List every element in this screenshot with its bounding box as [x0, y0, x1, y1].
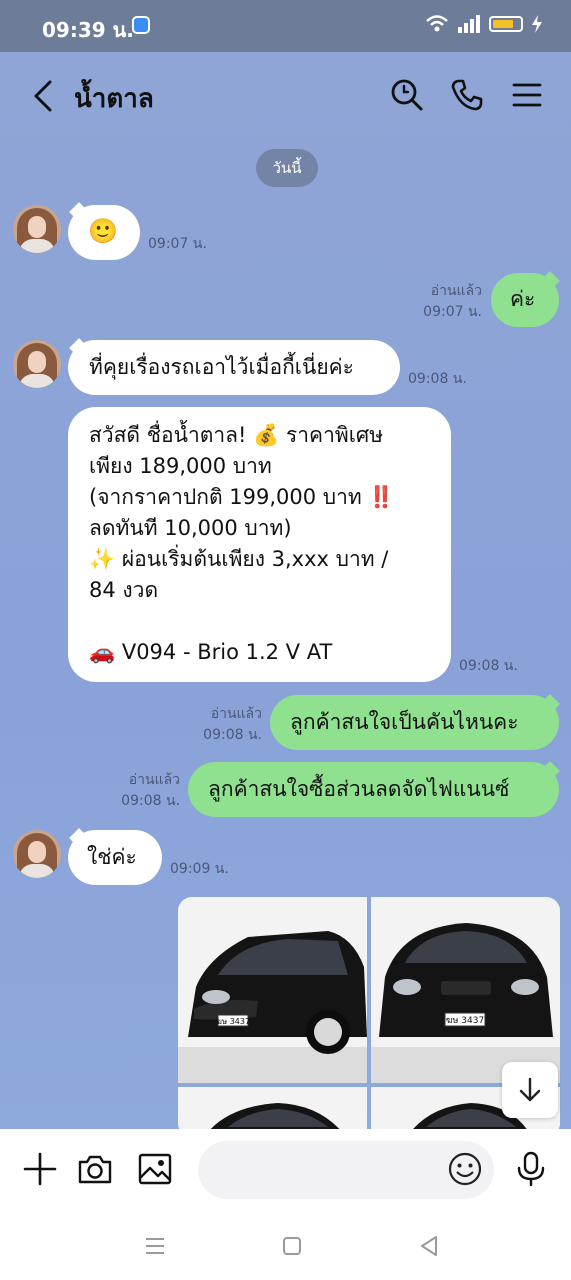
read-receipt: อ่านแล้ว [430, 283, 482, 299]
message-time: 09:08 น. [459, 658, 518, 674]
message-bubble-incoming[interactable]: ใช่ค่ะ [68, 830, 162, 885]
home-icon[interactable] [279, 1233, 305, 1259]
message-bubble-emoji[interactable]: 🙂 [68, 205, 140, 260]
message-bubble-outgoing[interactable]: ลูกค้าสนใจเป็นคันไหนคะ [270, 695, 559, 750]
back-nav-icon[interactable] [416, 1233, 442, 1259]
plus-icon[interactable] [22, 1151, 58, 1187]
chat-title: น้ำตาล [74, 84, 154, 114]
license-plate: ฆษ 3437 [446, 1016, 484, 1026]
read-receipt: อ่านแล้ว [210, 706, 262, 722]
message-bubble-incoming[interactable]: ที่คุยเรื่องรถเอาไว้เมื่อกี้เนี่ยค่ะ [68, 340, 400, 395]
arrow-down-icon [519, 1077, 541, 1102]
car-photo[interactable] [178, 1087, 367, 1129]
signal-icon [458, 15, 480, 33]
message-time: 09:07 น. [148, 236, 207, 252]
message-time: 09:08 น. [121, 793, 180, 809]
message-time: 09:08 น. [408, 371, 467, 387]
system-icons [425, 14, 543, 34]
status-time: 09:39 น. [42, 18, 134, 42]
microphone-icon[interactable] [513, 1151, 549, 1187]
message-composer [0, 1129, 571, 1211]
avatar[interactable] [13, 340, 61, 388]
recent-apps-icon[interactable] [142, 1233, 168, 1259]
wifi-icon [426, 15, 448, 32]
message-time: 09:09 น. [170, 861, 229, 877]
phone-icon[interactable] [450, 78, 484, 112]
system-nav-bar [0, 1211, 571, 1280]
app-notification-icon [132, 16, 150, 34]
avatar[interactable] [13, 205, 61, 253]
back-icon[interactable] [30, 78, 56, 114]
charging-icon [532, 15, 542, 33]
read-receipt: อ่านแล้ว [128, 772, 180, 788]
emoji-icon[interactable] [447, 1151, 483, 1187]
chat-header: น้ำตาล [0, 52, 571, 140]
message-time: 09:07 น. [423, 304, 482, 320]
message-time: 09:08 น. [203, 727, 262, 743]
battery-icon [489, 16, 523, 32]
image-icon[interactable] [137, 1151, 173, 1187]
avatar[interactable] [13, 830, 61, 878]
message-bubble-outgoing[interactable]: ลูกค้าสนใจซื้อส่วนลดจัดไฟแนนซ์ [188, 762, 559, 817]
date-divider: วันนี้ [256, 149, 318, 187]
scroll-to-bottom-button[interactable] [502, 1062, 558, 1118]
camera-icon[interactable] [77, 1151, 113, 1187]
search-icon[interactable] [390, 78, 424, 112]
status-bar: 09:39 น. [0, 0, 571, 52]
license-plate: ฆษ 3437 [216, 1017, 250, 1026]
car-photo[interactable]: ฆษ 3437 [178, 897, 367, 1083]
chat-area[interactable]: น้ำตาล วันนี้ 🙂 09:07 น. อ่านแล้ว 09:07 … [0, 52, 571, 1129]
message-bubble-promo[interactable]: สวัสดี ชื่อน้ำตาล! 💰 ราคาพิเศษ เพียง 189… [68, 407, 451, 682]
menu-icon[interactable] [510, 78, 544, 112]
message-bubble-outgoing[interactable]: ค่ะ [491, 273, 559, 327]
car-photo[interactable]: ฆษ 3437 [371, 897, 560, 1083]
